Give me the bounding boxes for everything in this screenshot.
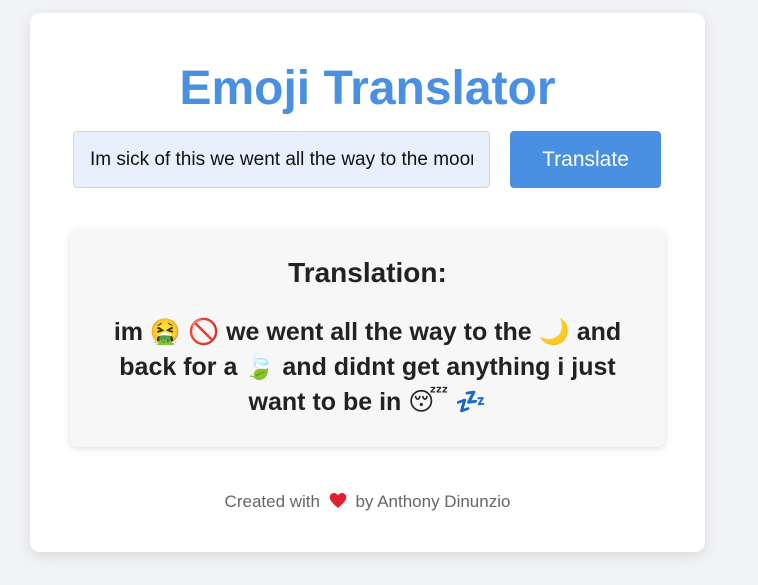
translation-output: im 🤮 🚫 we went all the way to the 🌙 and … <box>113 318 622 416</box>
translator-card: Emoji Translator Translate Translation: … <box>30 13 705 552</box>
app-title: Emoji Translator <box>179 62 556 115</box>
footer-suffix: by Anthony Dinunzio <box>355 492 511 511</box>
footer: Created with by Anthony Dinunzio <box>30 492 705 514</box>
translate-button[interactable]: Translate <box>510 131 661 188</box>
translation-heading: Translation: <box>288 257 447 288</box>
footer-prefix: Created with <box>224 492 320 511</box>
translation-panel: Translation: im 🤮 🚫 we went all the way … <box>70 229 665 447</box>
heart-icon <box>329 492 347 514</box>
text-input[interactable] <box>73 131 490 188</box>
